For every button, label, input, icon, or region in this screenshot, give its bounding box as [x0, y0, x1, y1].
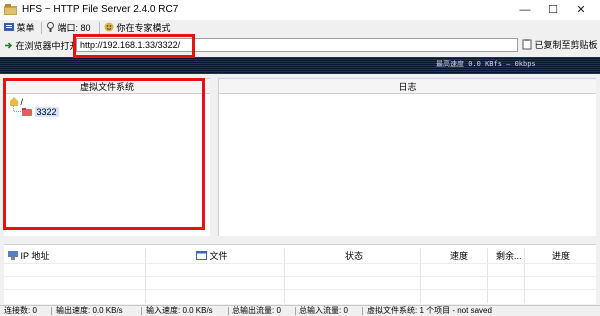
- column-header-file-label: 文件: [209, 251, 228, 261]
- window-title: HFS ~ HTTP File Server 2.4.0 RC7: [22, 4, 179, 15]
- status-input-speed: 输入速度: 0.0 KB/s: [146, 306, 213, 315]
- port-label: 端口: 80: [57, 23, 91, 33]
- clipboard-icon: [522, 39, 532, 50]
- log-panel-header: 日志: [218, 78, 596, 94]
- expert-mode-button[interactable]: 你在专家模式: [104, 22, 171, 34]
- table-header-divider: [4, 263, 596, 264]
- column-header-speed[interactable]: 速度: [450, 249, 468, 263]
- column-header-ip[interactable]: IP 地址: [8, 249, 49, 263]
- open-in-browser-button[interactable]: 在浏览器中打开: [4, 40, 79, 52]
- minimize-button[interactable]: —: [510, 0, 540, 20]
- status-divider: [228, 307, 229, 315]
- column-header-status[interactable]: 状态: [345, 249, 363, 263]
- status-divider: [141, 307, 142, 315]
- status-divider: [362, 307, 363, 315]
- log-panel[interactable]: [218, 94, 596, 236]
- port-icon: [47, 22, 54, 32]
- status-divider: [51, 307, 52, 315]
- maximize-button[interactable]: ☐: [538, 0, 568, 20]
- url-highlight-box: [73, 34, 195, 58]
- panel-splitter[interactable]: [212, 78, 216, 236]
- toolbar-divider: [41, 22, 42, 34]
- toolbar-divider: [99, 22, 100, 34]
- column-header-progress[interactable]: 进度: [552, 249, 570, 263]
- column-header-ip-label: IP 地址: [20, 251, 50, 261]
- expert-mode-label: 你在专家模式: [116, 23, 171, 33]
- status-divider: [295, 307, 296, 315]
- file-icon: [196, 251, 207, 260]
- menu-label: 菜单: [16, 23, 35, 33]
- menu-button[interactable]: 菜单: [4, 22, 35, 34]
- close-icon: ✕: [576, 4, 586, 16]
- menu-icon: [4, 23, 14, 31]
- column-header-remaining[interactable]: 剩余...: [496, 249, 522, 263]
- open-browser-icon: [5, 42, 13, 49]
- status-vfs-info: 虚拟文件系统: 1 个项目 - not saved: [367, 306, 492, 315]
- network-icon: [8, 251, 18, 260]
- table-row-divider: [4, 289, 596, 290]
- vfs-highlight-box: [3, 78, 205, 230]
- maximize-icon: ☐: [548, 4, 558, 16]
- copy-label: 已复制至剪贴板: [534, 40, 598, 50]
- open-in-browser-label: 在浏览器中打开: [15, 41, 79, 51]
- port-button[interactable]: 端口: 80: [46, 22, 91, 34]
- expert-mode-icon: [104, 22, 114, 32]
- table-row-divider: [4, 276, 596, 277]
- status-total-output: 总输出流量: 0: [232, 306, 281, 315]
- speed-readout: 最高速度 0.0 KBfs — 0kbps: [436, 60, 536, 68]
- copy-to-clipboard-button[interactable]: 已复制至剪贴板: [522, 39, 598, 52]
- status-connections: 连接数: 0: [4, 306, 37, 315]
- close-button[interactable]: ✕: [566, 0, 596, 20]
- hfs-app-icon: [4, 4, 17, 15]
- status-output-speed: 输出速度: 0.0 KB/s: [56, 306, 123, 315]
- status-total-input: 总输入流量: 0: [299, 306, 348, 315]
- minimize-icon: —: [519, 4, 531, 16]
- column-header-file[interactable]: 文件: [196, 249, 228, 263]
